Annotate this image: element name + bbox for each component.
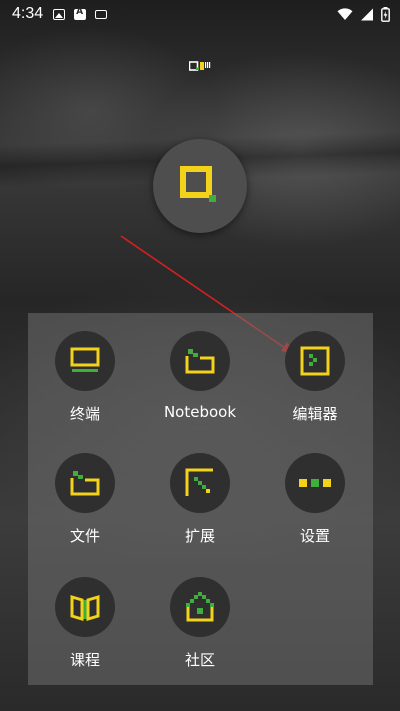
course-book-icon bbox=[70, 594, 100, 622]
font-icon bbox=[74, 7, 87, 20]
app-logo-icon bbox=[189, 61, 211, 71]
app-item-community[interactable]: 社区 bbox=[145, 577, 255, 670]
app-label: 终端 bbox=[69, 405, 100, 423]
app-item-notebook[interactable]: Notebook bbox=[145, 331, 255, 421]
app-item-courses[interactable]: 课程 bbox=[30, 577, 140, 670]
status-notification-icons bbox=[53, 7, 108, 20]
app-label: 社区 bbox=[184, 651, 215, 669]
signal-icon bbox=[361, 8, 373, 20]
square-logo-icon bbox=[180, 166, 216, 202]
screen-icon bbox=[95, 9, 108, 19]
app-item-files[interactable]: 文件 bbox=[30, 453, 140, 546]
notebook-icon bbox=[185, 349, 215, 374]
app-item-terminal[interactable]: 终端 bbox=[30, 331, 140, 424]
wifi-icon bbox=[337, 7, 353, 20]
app-label: 课程 bbox=[69, 651, 100, 669]
app-label: 设置 bbox=[299, 527, 330, 545]
community-icon bbox=[186, 592, 214, 622]
battery-icon bbox=[381, 6, 390, 22]
folder-icon bbox=[70, 471, 100, 496]
settings-icon bbox=[299, 479, 331, 487]
app-label: 编辑器 bbox=[292, 405, 338, 423]
app-item-settings[interactable]: 设置 bbox=[260, 453, 370, 546]
app-item-extensions[interactable]: 扩展 bbox=[145, 453, 255, 546]
app-label: 扩展 bbox=[184, 527, 215, 545]
editor-icon bbox=[300, 346, 330, 376]
status-bar: 4:34 bbox=[0, 0, 400, 28]
extension-icon bbox=[185, 468, 213, 496]
status-system-icons bbox=[337, 6, 390, 22]
image-icon bbox=[53, 8, 66, 20]
app-label: Notebook bbox=[163, 403, 237, 421]
status-time: 4:34 bbox=[12, 5, 44, 22]
app-menu-panel: 终端 Notebook 编辑器 文件 扩展 设置 课程 社区 bbox=[28, 313, 373, 685]
main-menu-button[interactable] bbox=[153, 139, 247, 233]
app-item-editor[interactable]: 编辑器 bbox=[260, 331, 370, 424]
terminal-icon bbox=[70, 347, 100, 372]
app-label: 文件 bbox=[69, 527, 100, 545]
